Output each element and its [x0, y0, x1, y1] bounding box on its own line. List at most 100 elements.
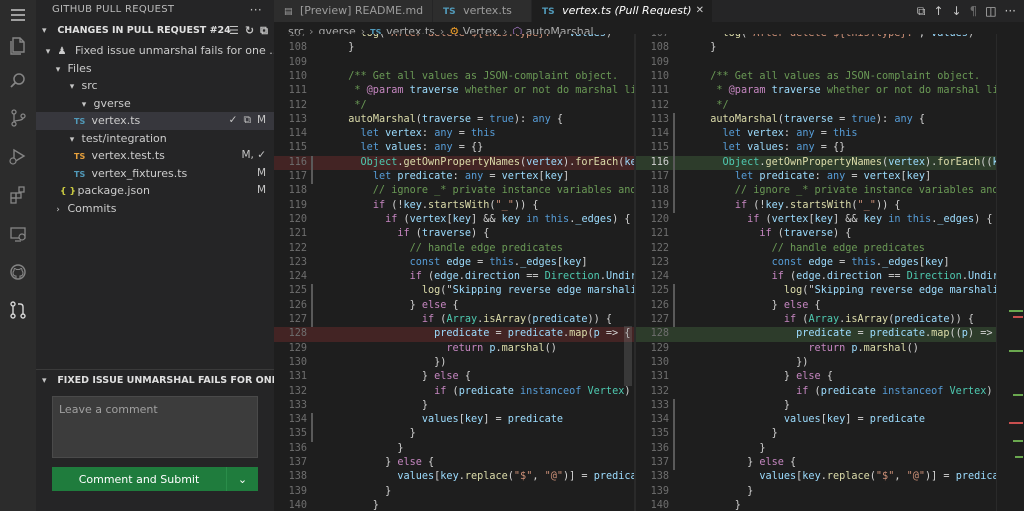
tree-file-vertex[interactable]: TS vertex.ts ✓ ⧉ M — [36, 112, 274, 130]
code-line[interactable]: 121 if (traverse) { — [274, 227, 634, 241]
code-line[interactable]: 132 if (predicate instanceof Vertex) pre… — [274, 385, 634, 399]
pull-request-icon[interactable] — [7, 299, 29, 321]
source-control-icon[interactable] — [7, 107, 29, 129]
open-file-icon[interactable]: ⧉ — [917, 4, 926, 19]
tree-folder-commits[interactable]: › Commits — [36, 200, 274, 218]
code-line[interactable]: 120 if (vertex[key] && key in this._edge… — [636, 213, 996, 227]
code-line[interactable]: 136 } — [636, 442, 996, 456]
chevron-down-icon[interactable]: ⌄ — [226, 467, 258, 491]
previous-change-icon[interactable]: ↑ — [933, 4, 943, 18]
code-line[interactable]: 132 if (predicate instanceof Vertex) pre… — [636, 385, 996, 399]
tree-folder-files[interactable]: ▾ Files — [36, 60, 274, 78]
review-section-header[interactable]: ▾ FIXED ISSUE UNMARSHAL FAILS FOR ONE TO… — [36, 369, 274, 391]
extensions-icon[interactable] — [7, 184, 29, 206]
code-line[interactable]: 108 } — [274, 41, 634, 55]
run-debug-icon[interactable] — [7, 145, 29, 167]
code-line[interactable]: 111 * @param traverse whether or not do … — [274, 84, 634, 98]
code-line[interactable]: 109 — [636, 56, 996, 70]
search-icon[interactable] — [7, 70, 29, 92]
refresh-icon[interactable]: ↻ — [245, 20, 254, 42]
code-line[interactable]: 118 // ignore _* private instance variab… — [274, 184, 634, 198]
collapse-all-icon[interactable]: ⧉ — [260, 20, 268, 42]
code-line[interactable]: 131 } else { — [636, 370, 996, 384]
menu-icon[interactable] — [7, 4, 29, 26]
code-line[interactable]: 107 log(`After delete ${this.type}:`, va… — [636, 34, 996, 41]
code-line[interactable]: 127 if (Array.isArray(predicate)) { — [636, 313, 996, 327]
code-line[interactable]: 130 }) — [636, 356, 996, 370]
tab-vertex-pull-request[interactable]: TS vertex.ts (Pull Request) ✕ — [532, 0, 712, 22]
code-line[interactable]: 122 // handle edge predicates — [636, 242, 996, 256]
code-line[interactable]: 135 } — [636, 427, 996, 441]
remote-explorer-icon[interactable] — [7, 223, 29, 245]
code-line[interactable]: 118 // ignore _* private instance variab… — [636, 184, 996, 198]
code-line[interactable]: 108 } — [636, 41, 996, 55]
code-line[interactable]: 113 autoMarshal(traverse = true): any { — [274, 113, 634, 127]
code-line[interactable]: 112 */ — [636, 99, 996, 113]
code-line[interactable]: 133 } — [636, 399, 996, 413]
code-line[interactable]: 112 */ — [274, 99, 634, 113]
code-line[interactable]: 110 /** Get all values as JSON-complaint… — [636, 70, 996, 84]
code-line[interactable]: 123 const edge = this._edges[key] — [636, 256, 996, 270]
split-editor-icon[interactable]: ◫ — [985, 4, 996, 18]
pr-item[interactable]: ▾ ♟ Fixed issue unmarshal fails for one … — [36, 42, 280, 60]
code-line[interactable]: 134 values[key] = predicate — [636, 413, 996, 427]
code-line[interactable]: 131 } else { — [274, 370, 634, 384]
code-line[interactable]: 125 log("Skipping reverse edge marshalin… — [274, 284, 634, 298]
tab-readme-preview[interactable]: ▤ [Preview] README.md — [274, 0, 432, 22]
tree-folder-gverse[interactable]: ▾ gverse — [36, 95, 274, 113]
code-line[interactable]: 113 autoMarshal(traverse = true): any { — [636, 113, 996, 127]
code-line[interactable]: 114 let vertex: any = this — [274, 127, 634, 141]
tree-folder-src[interactable]: ▾ src — [36, 77, 274, 95]
code-line[interactable]: 124 if (edge.direction == Direction.Undi… — [636, 270, 996, 284]
code-line[interactable]: 140 } — [274, 499, 634, 511]
comment-submit-button[interactable]: Comment and Submit ⌄ — [52, 467, 258, 491]
code-line[interactable]: 135 } — [274, 427, 634, 441]
code-line[interactable]: 111 * @param traverse whether or not do … — [636, 84, 996, 98]
code-line[interactable]: 138 values[key.replace("$", "@")] = pred… — [636, 470, 996, 484]
close-icon[interactable]: ✕ — [696, 0, 704, 22]
tree-folder-test[interactable]: ▾ test/integration — [36, 130, 274, 148]
next-change-icon[interactable]: ↓ — [952, 4, 962, 18]
code-line[interactable]: 130 }) — [274, 356, 634, 370]
code-line[interactable]: 140 } — [636, 499, 996, 511]
code-line[interactable]: 137 } else { — [636, 456, 996, 470]
code-line[interactable]: 126 } else { — [274, 299, 634, 313]
diff-editor-modified[interactable]: 107 log(`After delete ${this.type}:`, va… — [636, 34, 996, 511]
diff-editor-original[interactable]: 107 log(`After delete ${this.type}:`, va… — [274, 34, 634, 511]
toggle-whitespace-icon[interactable]: ¶ — [970, 4, 978, 18]
code-line[interactable]: 110 /** Get all values as JSON-complaint… — [274, 70, 634, 84]
code-line[interactable]: 115 let values: any = {} — [274, 141, 634, 155]
code-line[interactable]: 116 Object.getOwnPropertyNames(vertex).f… — [636, 155, 996, 170]
scrollbar-thumb[interactable] — [624, 326, 632, 386]
code-line[interactable]: 139 } — [274, 485, 634, 499]
tree-file-vertex-test[interactable]: TS vertex.test.ts M, ✓ — [36, 147, 274, 165]
minimap[interactable] — [996, 34, 1024, 511]
list-view-icon[interactable]: ☰ — [229, 20, 239, 42]
code-line[interactable]: 123 const edge = this._edges[key] — [274, 256, 634, 270]
code-line[interactable]: 122 // handle edge predicates — [274, 242, 634, 256]
code-line[interactable]: 119 if (!key.startsWith("_")) { — [274, 199, 634, 213]
changes-section-header[interactable]: ▾ CHANGES IN PULL REQUEST #24 ☰ ↻ ⧉ — [36, 20, 274, 42]
open-file-icon[interactable]: ⧉ — [243, 112, 251, 130]
code-line[interactable]: 137 } else { — [274, 456, 634, 470]
code-line[interactable]: 107 log(`After delete ${this.type}:`, va… — [274, 34, 634, 41]
code-line[interactable]: 116 Object.getOwnPropertyNames(vertex).f… — [274, 155, 634, 170]
more-actions-icon[interactable]: ··· — [1005, 4, 1016, 18]
code-line[interactable]: 128 predicate = predicate.map((p) => { — [636, 327, 996, 342]
code-line[interactable]: 117 let predicate: any = vertex[key] — [636, 170, 996, 184]
github-icon[interactable] — [7, 261, 29, 283]
explorer-icon[interactable] — [7, 34, 29, 56]
code-line[interactable]: 126 } else { — [636, 299, 996, 313]
code-line[interactable]: 119 if (!key.startsWith("_")) { — [636, 199, 996, 213]
more-actions-icon[interactable]: ··· — [250, 0, 262, 20]
code-line[interactable]: 128 predicate = predicate.map(p => { — [274, 327, 634, 342]
code-line[interactable]: 127 if (Array.isArray(predicate)) { — [274, 313, 634, 327]
code-line[interactable]: 139 } — [636, 485, 996, 499]
tab-vertex[interactable]: TS vertex.ts — [433, 0, 531, 22]
code-line[interactable]: 129 return p.marshal() — [274, 342, 634, 356]
code-line[interactable]: 114 let vertex: any = this — [636, 127, 996, 141]
code-line[interactable]: 129 return p.marshal() — [636, 342, 996, 356]
tree-file-fixtures[interactable]: TS vertex_fixtures.ts M — [36, 165, 274, 183]
code-line[interactable]: 120 if (vertex[key] && key in this._edge… — [274, 213, 634, 227]
code-line[interactable]: 121 if (traverse) { — [636, 227, 996, 241]
